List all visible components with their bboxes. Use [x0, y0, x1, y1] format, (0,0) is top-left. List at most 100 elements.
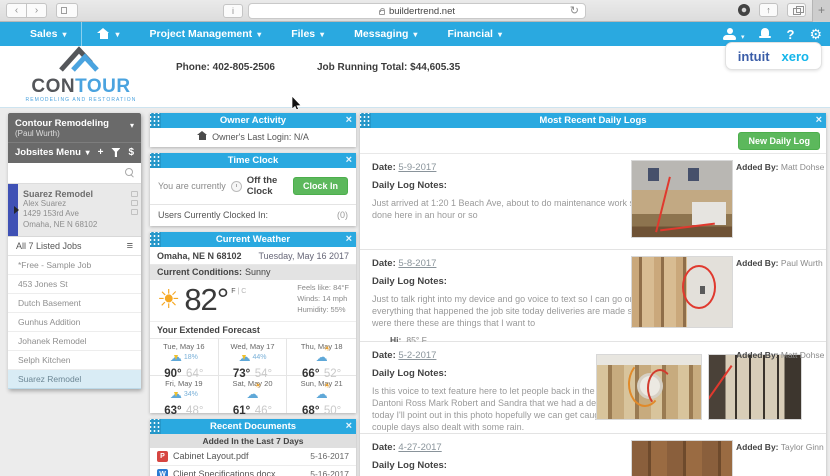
date-label: Date:: [372, 162, 396, 173]
refresh-icon[interactable]: ↻: [570, 4, 579, 17]
daily-log-photo[interactable]: [631, 256, 733, 328]
jobsites-menu-label[interactable]: Jobsites Menu: [15, 147, 86, 158]
document-row: P Cabinet Layout.pdf 5-16-2017: [150, 448, 356, 466]
daily-log-entry: Date: 4-27-2017 Daily Log Notes: Added B…: [360, 434, 826, 476]
temp-unit-toggle[interactable]: F | C: [231, 288, 246, 295]
chevron-down-icon: ▾: [115, 29, 120, 39]
job-list-item[interactable]: 453 Jones St: [8, 275, 141, 295]
extended-forecast-label: Your Extended Forecast: [150, 322, 356, 339]
drag-handle-icon[interactable]: [150, 232, 161, 247]
photo-detail: [692, 202, 726, 225]
company-logo: CONTOUR REMODELING AND RESTORATION: [18, 46, 144, 103]
nav-files-label: Files: [291, 28, 316, 40]
daily-log-date-link[interactable]: 5-8-2017: [398, 258, 436, 269]
job-list-item[interactable]: Gunhus Addition: [8, 313, 141, 333]
job-list-item[interactable]: *Free - Sample Job: [8, 256, 141, 276]
document-link[interactable]: Cabinet Layout.pdf: [173, 451, 249, 461]
partly-cloudy-icon: ☀ ☁: [315, 344, 331, 365]
new-tab-button[interactable]: +: [812, 0, 830, 22]
daily-log-photo[interactable]: [596, 354, 702, 420]
lock-icon: [378, 7, 386, 15]
forecast-low: 50°: [323, 404, 342, 417]
chevron-down-icon: ▾: [497, 29, 502, 39]
daily-log-date-link[interactable]: 4-27-2017: [398, 442, 441, 453]
nav-sales[interactable]: Sales ▾: [0, 22, 81, 46]
current-weather-panel: Current Weather × Omaha, NE N 68102 Tues…: [150, 232, 356, 417]
rain-cloud-icon: ☁: [169, 387, 182, 402]
document-row: W Client Specifications.docx 5-16-2017: [150, 466, 356, 476]
daily-log-date-link[interactable]: 5-2-2017: [398, 350, 436, 361]
daily-log-photo[interactable]: [631, 160, 733, 238]
chevron-down-icon[interactable]: ▾: [86, 148, 90, 158]
job-list-item[interactable]: Johanek Remodel: [8, 332, 141, 352]
daily-log-photo[interactable]: [708, 354, 802, 420]
add-job-icon[interactable]: +: [98, 147, 104, 158]
user-icon[interactable]: [723, 28, 737, 40]
owner-last-login: Owner's Last Login: N/A: [150, 128, 356, 147]
partly-sunny-icon: ☀ ☁: [315, 381, 331, 402]
jobsites-sidebar: Contour Remodeling (Paul Wurth) ▾ Jobsit…: [8, 113, 141, 390]
app-window: ‹ › i buildertrend.net ↻ ↑ + Sales ▾ ▾ P…: [0, 0, 830, 476]
close-icon[interactable]: ×: [346, 154, 352, 167]
photo-annotation: [646, 369, 673, 408]
drag-handle-icon[interactable]: [150, 113, 161, 128]
xero-logo: xero: [781, 49, 809, 64]
logged-in-user: (Paul Wurth): [15, 129, 60, 138]
job-list-item-selected[interactable]: Suarez Remodel: [8, 370, 141, 390]
record-indicator-icon[interactable]: [738, 4, 750, 16]
close-icon[interactable]: ×: [816, 114, 822, 127]
added-by-name: Matt Dohse: [780, 350, 825, 360]
nav-files[interactable]: Files ▾: [276, 22, 339, 46]
daily-log-photo[interactable]: [631, 440, 733, 476]
list-icon: ≡: [126, 239, 133, 252]
gear-icon[interactable]: ⚙: [809, 27, 822, 41]
chevron-down-icon: ▾: [413, 29, 418, 39]
clocked-in-count[interactable]: (0): [337, 210, 348, 220]
nav-home[interactable]: ▾: [82, 22, 134, 46]
selected-job-accent-bar: [8, 184, 19, 237]
precip-chance: 18%: [183, 353, 198, 361]
nav-messaging[interactable]: Messaging ▾: [339, 22, 432, 46]
notes-label: Daily Log Notes:: [372, 180, 447, 191]
new-daily-log-button[interactable]: New Daily Log: [738, 132, 820, 150]
all-jobs-row[interactable]: All 7 Listed Jobs ≡: [8, 237, 141, 257]
address-bar[interactable]: buildertrend.net ↻: [248, 3, 586, 19]
help-icon[interactable]: ?: [786, 27, 794, 42]
chevron-down-icon[interactable]: ▾: [130, 121, 134, 130]
search-icon[interactable]: [125, 168, 135, 178]
forecast-cell: Sun, May 21 ☀ ☁ 68° 50°: [287, 376, 356, 417]
tab-overview-icon[interactable]: [787, 3, 806, 17]
daily-log-notes: Just arrived at 1:20 1 Beach Ave, about …: [372, 198, 669, 221]
drag-handle-icon[interactable]: [360, 113, 371, 128]
close-icon[interactable]: ×: [346, 233, 352, 246]
job-search-input[interactable]: [14, 168, 125, 178]
job-quick-icons[interactable]: [131, 191, 138, 215]
document-link[interactable]: Client Specifications.docx: [173, 469, 276, 476]
dollar-icon[interactable]: $: [128, 147, 134, 158]
daily-log-date-link[interactable]: 5-9-2017: [398, 162, 436, 173]
pdf-file-icon: P: [157, 450, 168, 462]
forecast-day: Wed, May 17: [230, 341, 275, 351]
company-phone: Phone: 402-805-2506: [176, 62, 275, 73]
drag-handle-icon[interactable]: [150, 418, 161, 434]
nav-financial[interactable]: Financial ▾: [432, 22, 517, 46]
browser-back-button[interactable]: ‹: [6, 3, 27, 18]
browser-sidebar-icon[interactable]: [56, 3, 78, 18]
reader-mode-icon[interactable]: i: [223, 4, 243, 18]
job-search: [8, 163, 141, 184]
nav-project-management[interactable]: Project Management ▾: [134, 22, 276, 46]
selected-job-card[interactable]: Suarez Remodel Alex Suarez 1429 153rd Av…: [8, 184, 141, 238]
drag-handle-icon[interactable]: [150, 153, 161, 168]
notifications-bell-icon[interactable]: [759, 28, 772, 40]
clock-in-button[interactable]: Clock In: [292, 177, 348, 195]
forecast-cell: Wed, May 17 ☁ 44% 73° 54°: [218, 338, 288, 380]
job-list-item[interactable]: Selph Kitchen: [8, 351, 141, 371]
close-icon[interactable]: ×: [346, 420, 352, 433]
share-icon[interactable]: ↑: [759, 3, 778, 17]
job-list-item[interactable]: Dutch Basement: [8, 294, 141, 314]
filter-icon[interactable]: [111, 148, 121, 157]
close-icon[interactable]: ×: [346, 114, 352, 127]
company-selector[interactable]: Contour Remodeling (Paul Wurth) ▾: [8, 113, 141, 142]
browser-forward-button[interactable]: ›: [26, 3, 47, 18]
nav-sales-label: Sales: [30, 28, 58, 40]
